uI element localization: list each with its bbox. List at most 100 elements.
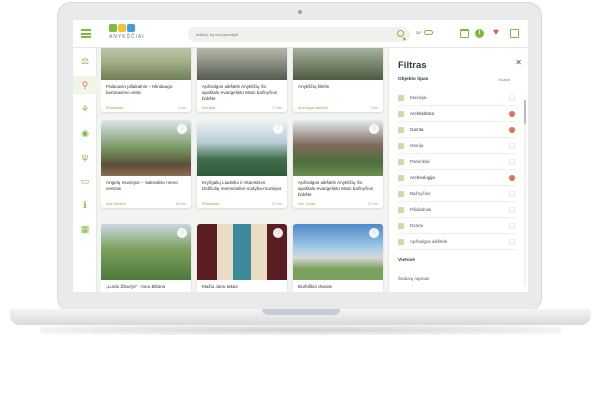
hillfort-icon	[398, 206, 404, 213]
card-image: ♡	[197, 224, 287, 280]
filter-checkbox[interactable]	[509, 239, 515, 245]
filter-item[interactable]: Archeologija	[398, 170, 516, 186]
filter-item[interactable]: Muziejai	[398, 90, 516, 106]
manor-icon	[398, 222, 404, 229]
card-meta: Muziejai 17 km	[202, 106, 282, 110]
card-meta: Anti Nesterė 60 km	[106, 202, 186, 206]
heart-icon[interactable]: ♥	[493, 28, 502, 38]
basket-icon[interactable]	[460, 29, 469, 38]
logo[interactable]: ANYKŠČIAI	[109, 24, 147, 44]
clear-filter-button[interactable]: Išvalyti	[498, 78, 510, 82]
monument-icon	[398, 158, 404, 165]
card-meta: Sav. Sodai 21 km	[298, 202, 378, 206]
cards-grid: Palacavio piliakalnis – Mindaugo karūnav…	[101, 48, 387, 292]
card[interactable]: Apžvalgos aikštelė Anykščių Šv. apaštalo…	[197, 48, 287, 112]
filter-item[interactable]: Piliakalniai	[398, 202, 516, 218]
sidebar: ⚖ ⚲ ⚘ ◉ ψ ▭ ℹ ▦	[73, 48, 97, 292]
filter-item[interactable]: Gamta	[398, 122, 516, 138]
balance-icon[interactable]: ⚖	[73, 52, 97, 70]
bicycle-icon[interactable]: ⚘	[73, 100, 97, 118]
card-title: Kryžgalių Liudviko ir Stanislovo Didžiul…	[202, 180, 282, 191]
card-meta: Apžvalgos aikštelė 7 km	[298, 106, 378, 110]
card-title: Burbiškio dvaras	[298, 284, 332, 289]
card-title: Apžvalgos aikštelė Anykščių Šv. apaštalo…	[298, 180, 374, 197]
bed-icon[interactable]: ▭	[73, 172, 97, 190]
weather-temp: 24°	[416, 30, 423, 35]
card-title: „Lurdo Žiburys“ - Iono Biliūno	[106, 284, 166, 289]
card-image: ♡	[101, 224, 191, 280]
filter-item[interactable]: Paminklai	[398, 154, 516, 170]
logo-mark	[109, 24, 147, 32]
filter-item[interactable]: Apžvalgos aikštelė	[398, 234, 516, 250]
card-image: ♡	[197, 120, 287, 176]
card[interactable]: ♡ Mažiu Janu takas	[197, 224, 287, 292]
card-meta: Piliakalniai 4 km	[106, 106, 186, 110]
card-title: Mažiu Janu takas	[202, 284, 238, 289]
card-image: ♡	[101, 120, 191, 176]
card[interactable]: ♡ „Lurdo Žiburys“ - Iono Biliūno	[101, 224, 191, 292]
filter-checkbox[interactable]	[509, 143, 515, 149]
nature-icon	[398, 126, 404, 133]
scrollbar-track[interactable]	[524, 100, 526, 286]
favorite-heart-icon[interactable]: ♡	[369, 124, 379, 134]
architecture-icon	[398, 110, 404, 117]
cloud-icon	[424, 30, 434, 35]
app-screen: ANYKŠČIAI 24° i ♥ ⚖ ⚲ ⚘ ◉ ψ ▭ ℹ ▦	[73, 20, 528, 292]
search-bar[interactable]	[188, 27, 410, 42]
filter-checkbox[interactable]	[509, 175, 515, 181]
card[interactable]: ♡ Burbiškio dvaras	[293, 224, 383, 292]
card[interactable]: Palacavio piliakalnis – Mindaugo karūnav…	[101, 48, 191, 112]
filter-checkbox[interactable]	[509, 111, 515, 117]
location-select[interactable]: Šeduvų rajonas	[398, 270, 516, 286]
card-image: ♡	[293, 120, 383, 176]
laptop-mockup: ANYKŠČIAI 24° i ♥ ⚖ ⚲ ⚘ ◉ ψ ▭ ℹ ▦	[0, 0, 601, 412]
filter-section-title: Objekto tipas	[398, 77, 429, 82]
book-icon[interactable]	[510, 29, 519, 38]
card[interactable]: ♡ Kryžgalių Liudviko ir Stanislovo Didži…	[197, 120, 287, 208]
laptop-shadow	[40, 325, 561, 335]
calendar-icon[interactable]: ▦	[73, 220, 97, 238]
info-icon[interactable]: i	[475, 29, 484, 38]
filter-item[interactable]: Bažnyčios	[398, 186, 516, 202]
filter-checkbox[interactable]	[509, 159, 515, 165]
logo-text: ANYKŠČIAI	[109, 34, 145, 40]
history-icon	[398, 142, 404, 149]
card-meta: Piliakalniai 21 km	[202, 202, 282, 206]
close-icon[interactable]: ✕	[515, 58, 522, 67]
card-title: Angelų muziejus – Sakralinio meno centra…	[106, 180, 178, 191]
search-input[interactable]	[196, 29, 386, 40]
filter-checkbox[interactable]	[509, 95, 515, 101]
fork-knife-icon[interactable]: ψ	[73, 148, 97, 166]
filter-checkbox[interactable]	[509, 127, 515, 133]
filter-item[interactable]: Architektūra	[398, 106, 516, 122]
filter-item[interactable]: Dvarai	[398, 218, 516, 234]
filter-checkbox[interactable]	[509, 223, 515, 229]
archaeology-icon	[398, 174, 404, 181]
card-title: Palacavio piliakalnis – Mindaugo karūnav…	[106, 84, 173, 95]
map-pin-icon[interactable]: ⚲	[73, 76, 97, 94]
laptop-notch	[262, 309, 340, 315]
favorite-heart-icon[interactable]: ♡	[273, 124, 283, 134]
info-icon[interactable]: ℹ	[73, 196, 97, 214]
hamburger-menu-icon[interactable]	[81, 29, 91, 38]
card-title: Anykščių šilelis	[298, 84, 329, 89]
filter-item[interactable]: Istorija	[398, 138, 516, 154]
filter-panel: Filtras ✕ Objekto tipas Išvalyti Muzieja…	[388, 48, 528, 292]
card[interactable]: ♡ Angelų muziejus – Sakralinio meno cent…	[101, 120, 191, 208]
weather-widget: 24°	[416, 30, 434, 35]
eye-icon[interactable]: ◉	[73, 124, 97, 142]
filter-checkbox[interactable]	[509, 207, 515, 213]
favorite-heart-icon[interactable]: ♡	[177, 228, 187, 238]
card[interactable]: Anykščių šilelis Apžvalgos aikštelė 7 km	[293, 48, 383, 112]
favorite-heart-icon[interactable]: ♡	[369, 228, 379, 238]
card-image	[197, 48, 287, 80]
favorite-heart-icon[interactable]: ♡	[273, 228, 283, 238]
scrollbar-thumb[interactable]	[524, 100, 526, 124]
viewpoint-icon	[398, 238, 404, 245]
card-image	[293, 48, 383, 80]
card[interactable]: ♡ Apžvalgos aikštelė Anykščių Šv. apašta…	[293, 120, 383, 208]
search-icon[interactable]	[397, 30, 404, 37]
favorite-heart-icon[interactable]: ♡	[177, 124, 187, 134]
card-title: Apžvalgos aikštelė Anykščių Šv. apaštalo…	[202, 84, 278, 101]
filter-checkbox[interactable]	[509, 191, 515, 197]
